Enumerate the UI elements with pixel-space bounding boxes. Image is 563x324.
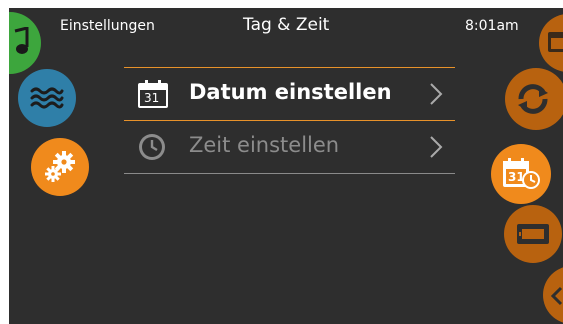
clock-time: 8:01am <box>465 18 519 34</box>
day-time-nav-button[interactable]: 31 <box>491 144 551 204</box>
water-nav-button[interactable] <box>18 69 76 127</box>
screen: Einstellungen Tag & Zeit 8:01am 31 31 Da… <box>9 8 563 324</box>
settings-nav-button[interactable] <box>31 138 89 196</box>
display-nav-button[interactable] <box>504 205 562 263</box>
menu-item-set-time[interactable]: Zeit einstellen <box>124 121 455 174</box>
more-icon <box>549 286 563 306</box>
more-nav-button[interactable] <box>543 266 563 324</box>
menu-item-label: Datum einstellen <box>189 80 392 104</box>
calendar-clock-icon: 31 <box>501 157 541 191</box>
water-waves-icon <box>30 85 64 111</box>
calendar-number: 31 <box>144 91 160 105</box>
breadcrumb[interactable]: Einstellungen <box>60 18 155 34</box>
menu-item-label: Zeit einstellen <box>189 133 340 157</box>
calendar-clock-number: 31 <box>508 170 525 184</box>
gears-icon <box>43 150 77 184</box>
music-nav-button[interactable] <box>9 12 41 74</box>
calendar-icon: 31 <box>138 80 168 112</box>
music-icon <box>11 27 31 57</box>
display-icon <box>516 223 550 245</box>
chevron-right-icon <box>429 135 443 163</box>
page-title: Tag & Zeit <box>243 15 330 35</box>
calendar-icon <box>547 28 563 54</box>
chevron-right-icon <box>429 82 443 110</box>
clock-icon <box>138 133 166 165</box>
refresh-icon <box>515 83 551 115</box>
calendar-nav-button[interactable] <box>539 14 563 72</box>
refresh-nav-button[interactable] <box>505 68 563 130</box>
menu-item-set-date[interactable]: 31 Datum einstellen <box>124 67 455 121</box>
